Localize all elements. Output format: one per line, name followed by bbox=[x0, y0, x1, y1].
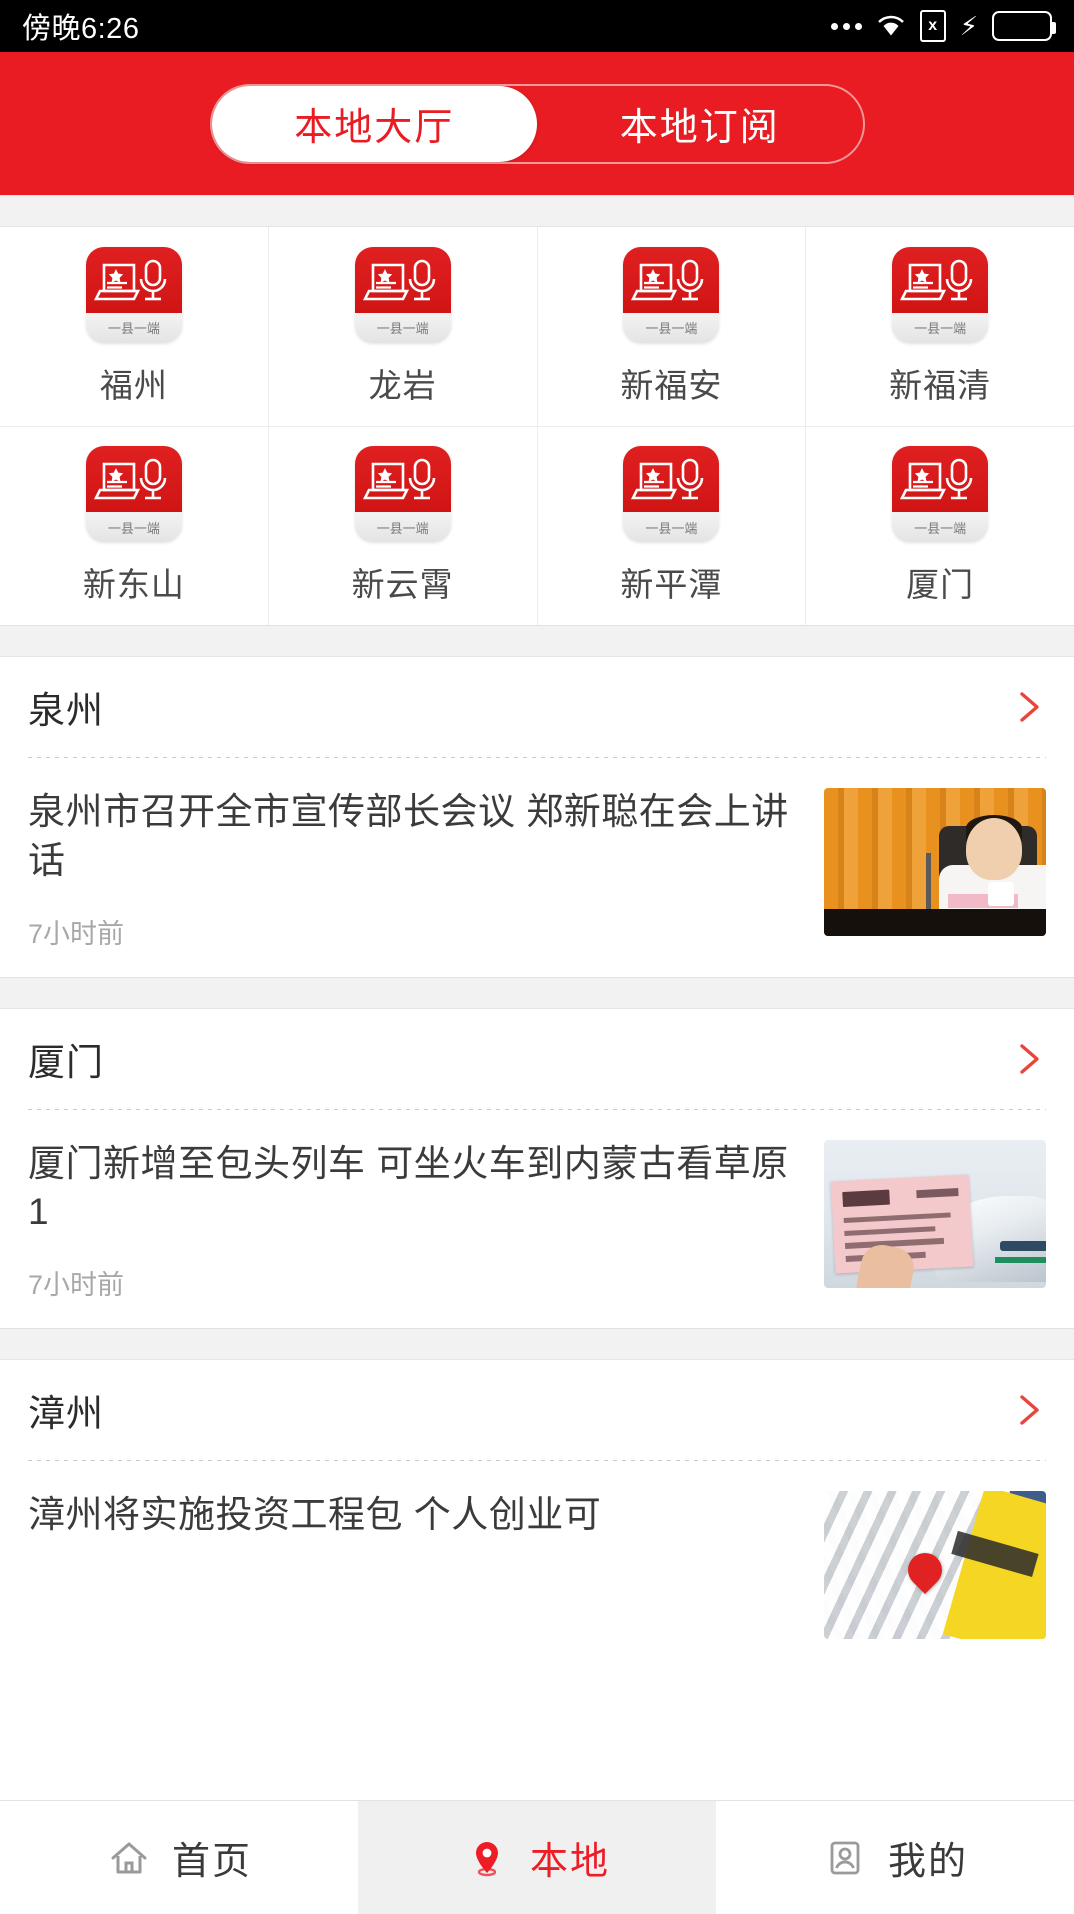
news-item[interactable]: 厦门新增至包头列车 可坐火车到内蒙古看草原1 7小时前 bbox=[0, 1109, 1074, 1329]
city-grid: 一县一端 福州 一县一端 龙岩 一县一端 新福安 一县一端 新福清 一县一端 新… bbox=[0, 227, 1074, 625]
county-app-caption: 一县一端 bbox=[354, 312, 451, 343]
city-cell-xiamen[interactable]: 一县一端 厦门 bbox=[806, 426, 1074, 625]
section-header[interactable]: 漳州 bbox=[0, 1360, 1074, 1461]
city-cell-fuzhou[interactable]: 一县一端 福州 bbox=[0, 227, 269, 426]
section-header[interactable]: 厦门 bbox=[0, 1008, 1074, 1109]
city-grid-row: 一县一端 福州 一县一端 龙岩 一县一端 新福安 一县一端 新福清 bbox=[0, 227, 1074, 426]
news-text: 漳州将实施投资工程包 个人创业可 bbox=[28, 1491, 798, 1639]
news-thumbnail bbox=[824, 788, 1046, 936]
battery-icon bbox=[992, 11, 1056, 41]
city-label: 新东山 bbox=[82, 566, 185, 603]
location-pin-icon bbox=[464, 1835, 510, 1881]
section-zhangzhou: 漳州 漳州将实施投资工程包 个人创业可 bbox=[0, 1360, 1074, 1666]
divider-band bbox=[0, 195, 1074, 227]
news-thumbnail bbox=[824, 1491, 1046, 1640]
county-app-caption: 一县一端 bbox=[892, 512, 989, 542]
news-time: 7小时前 bbox=[28, 918, 125, 949]
segmented-control: 本地大厅 本地订阅 bbox=[209, 83, 865, 164]
news-thumbnail bbox=[824, 1139, 1046, 1288]
city-label: 新云霄 bbox=[351, 566, 454, 603]
city-label: 龙岩 bbox=[368, 366, 437, 404]
chevron-right-icon[interactable] bbox=[1012, 1042, 1046, 1076]
county-app-icon: 一县一端 bbox=[85, 446, 182, 542]
nav-label: 本地 bbox=[529, 1841, 610, 1883]
wifi-icon bbox=[876, 14, 906, 38]
news-text: 厦门新增至包头列车 可坐火车到内蒙古看草原1 7小时前 bbox=[28, 1140, 798, 1303]
section-title: 厦门 bbox=[28, 1041, 104, 1083]
status-time: 傍晚6:26 bbox=[22, 13, 140, 45]
city-cell-xinfuqing[interactable]: 一县一端 新福清 bbox=[806, 227, 1074, 426]
news-item[interactable]: 泉州市召开全市宣传部长会议 郑新聪在会上讲话 7小时前 bbox=[0, 758, 1074, 977]
county-app-caption: 一县一端 bbox=[623, 312, 720, 343]
news-time: 7小时前 bbox=[28, 1270, 125, 1301]
tab-local-hall[interactable]: 本地大厅 bbox=[211, 85, 537, 162]
county-app-icon: 一县一端 bbox=[623, 446, 720, 542]
nav-item-home[interactable]: 首页 bbox=[0, 1801, 358, 1914]
news-title: 漳州将实施投资工程包 个人创业可 bbox=[28, 1494, 602, 1536]
nav-label: 我的 bbox=[887, 1841, 968, 1883]
section-xiamen: 厦门 厦门新增至包头列车 可坐火车到内蒙古看草原1 7小时前 bbox=[0, 1008, 1074, 1329]
county-app-caption: 一县一端 bbox=[623, 512, 720, 542]
county-app-icon: 一县一端 bbox=[623, 246, 720, 343]
city-label: 厦门 bbox=[906, 566, 975, 603]
sim-x-icon: x bbox=[919, 10, 946, 42]
county-app-icon: 一县一端 bbox=[354, 246, 451, 343]
news-title: 厦门新增至包头列车 可坐火车到内蒙古看草原1 bbox=[28, 1142, 789, 1233]
home-icon bbox=[106, 1835, 152, 1881]
county-app-caption: 一县一端 bbox=[354, 512, 451, 542]
nav-label: 首页 bbox=[171, 1841, 252, 1883]
county-app-caption: 一县一端 bbox=[85, 312, 182, 343]
chevron-right-icon[interactable] bbox=[1012, 1393, 1046, 1427]
city-cell-xinfuan[interactable]: 一县一端 新福安 bbox=[538, 227, 807, 426]
section-title: 泉州 bbox=[28, 690, 104, 731]
charging-bolt-icon: ⚡ bbox=[959, 11, 978, 41]
city-label: 新福清 bbox=[889, 366, 992, 404]
status-bar: 傍晚6:26 x ⚡ bbox=[0, 0, 1074, 52]
city-grid-row: 一县一端 新东山 一县一端 新云霄 一县一端 新平潭 一县一端 厦门 bbox=[0, 426, 1074, 625]
bottom-navigation: 首页 本地 我的 bbox=[0, 1800, 1074, 1914]
city-label: 福州 bbox=[99, 366, 168, 404]
section-quanzhou: 泉州 泉州市召开全市宣传部长会议 郑新聪在会上讲话 7小时前 bbox=[0, 657, 1074, 977]
nav-item-mine[interactable]: 我的 bbox=[716, 1801, 1074, 1914]
county-app-caption: 一县一端 bbox=[892, 312, 989, 343]
app-header: 本地大厅 本地订阅 bbox=[0, 52, 1074, 195]
county-app-icon: 一县一端 bbox=[892, 246, 989, 343]
divider-band bbox=[0, 625, 1074, 657]
city-cell-xinpingtan[interactable]: 一县一端 新平潭 bbox=[537, 426, 807, 625]
city-cell-xinyunxiao[interactable]: 一县一端 新云霄 bbox=[268, 426, 538, 625]
divider-band bbox=[0, 1328, 1074, 1361]
city-cell-longyan[interactable]: 一县一端 龙岩 bbox=[269, 227, 538, 426]
divider-band bbox=[0, 976, 1074, 1009]
city-cell-xindongshan[interactable]: 一县一端 新东山 bbox=[0, 426, 269, 625]
city-label: 新福安 bbox=[620, 366, 723, 404]
more-dots-icon bbox=[830, 22, 862, 30]
tab-local-subscription[interactable]: 本地订阅 bbox=[537, 86, 863, 162]
section-title: 漳州 bbox=[28, 1393, 104, 1435]
news-item[interactable]: 漳州将实施投资工程包 个人创业可 bbox=[0, 1461, 1074, 1666]
county-app-caption: 一县一端 bbox=[85, 512, 182, 542]
city-label: 新平潭 bbox=[620, 566, 723, 603]
section-header[interactable]: 泉州 bbox=[0, 657, 1074, 757]
nav-item-local[interactable]: 本地 bbox=[358, 1801, 716, 1914]
county-app-icon: 一县一端 bbox=[354, 446, 451, 542]
news-text: 泉州市召开全市宣传部长会议 郑新聪在会上讲话 7小时前 bbox=[28, 788, 798, 951]
status-icon-group: x ⚡ bbox=[830, 10, 1056, 42]
county-app-icon: 一县一端 bbox=[892, 446, 989, 542]
person-card-icon bbox=[822, 1835, 868, 1881]
news-title: 泉州市召开全市宣传部长会议 郑新聪在会上讲话 bbox=[28, 791, 789, 881]
county-app-icon: 一县一端 bbox=[85, 246, 182, 343]
chevron-right-icon[interactable] bbox=[1012, 690, 1046, 724]
